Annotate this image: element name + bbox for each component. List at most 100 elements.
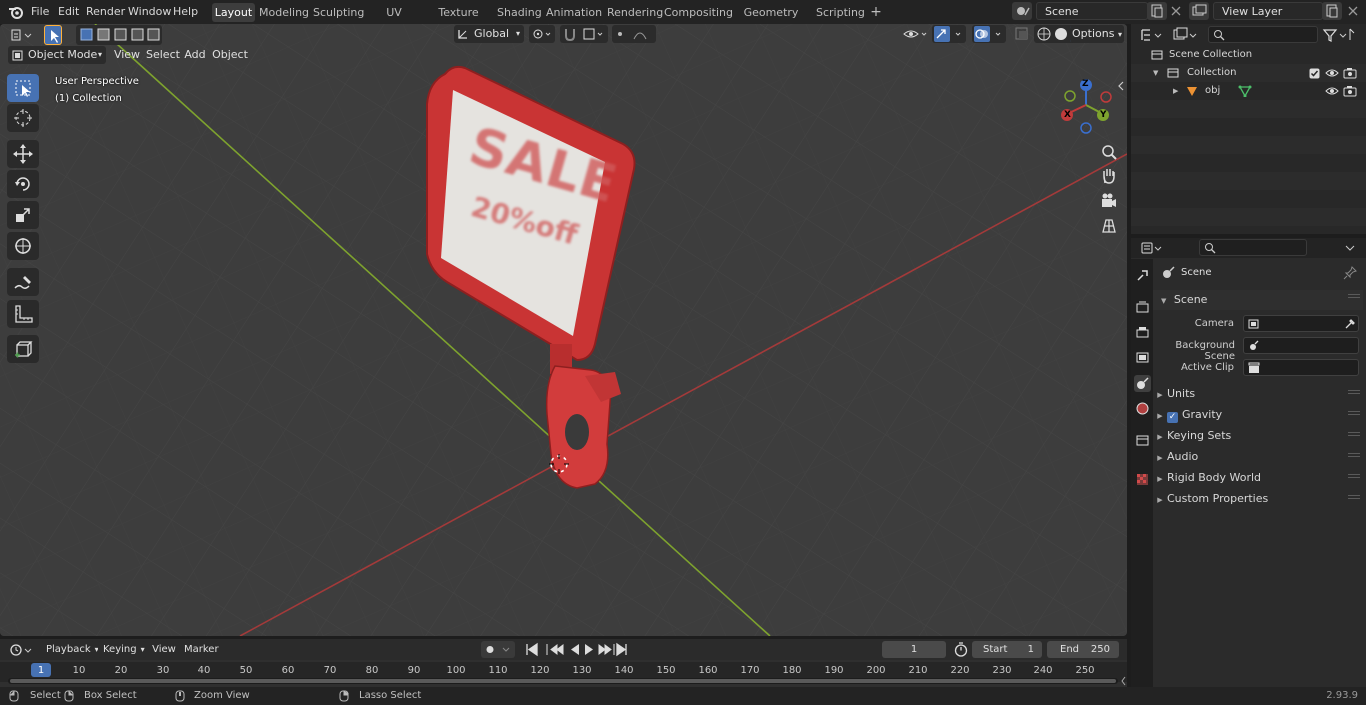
properties-search-input[interactable] bbox=[1199, 239, 1307, 256]
tab-view-layer-icon[interactable] bbox=[1134, 349, 1151, 366]
keying-dropdown[interactable]: Keying ▾ bbox=[98, 641, 146, 658]
checkbox-icon[interactable] bbox=[1309, 68, 1320, 79]
panel-rigid-body-world[interactable]: ▶ Rigid Body World bbox=[1153, 468, 1363, 488]
current-frame-field[interactable]: 1 bbox=[882, 641, 946, 658]
tab-render-icon[interactable] bbox=[1134, 299, 1151, 316]
tab-scripting[interactable]: Scripting bbox=[816, 3, 865, 22]
camera-render-icon[interactable] bbox=[1343, 85, 1357, 97]
panel-drag-handles[interactable] bbox=[1348, 294, 1360, 506]
timeline-scrollbar[interactable] bbox=[10, 679, 1116, 683]
annotate-tool[interactable] bbox=[7, 268, 39, 296]
sale-sign-object[interactable] bbox=[405, 54, 705, 514]
menu-edit[interactable]: Edit bbox=[58, 4, 79, 20]
pivot-point-dropdown[interactable] bbox=[529, 25, 555, 43]
select-tool-mode-button[interactable] bbox=[44, 25, 62, 45]
measure-tool[interactable] bbox=[7, 300, 39, 328]
scale-tool[interactable] bbox=[7, 201, 39, 229]
transform-orientation-dropdown[interactable]: Global ▾ bbox=[454, 25, 524, 43]
menu-help[interactable]: Help bbox=[173, 4, 198, 20]
timeline-menu-marker[interactable]: Marker bbox=[184, 641, 219, 658]
expand-arrow-icon[interactable]: ▶ bbox=[1173, 82, 1178, 100]
outliner-row-obj[interactable]: ▶ obj bbox=[1131, 82, 1366, 100]
tab-sculpting[interactable]: Sculpting bbox=[313, 3, 364, 22]
tab-compositing[interactable]: Compositing bbox=[664, 3, 733, 22]
frame-end-field[interactable]: End 250 bbox=[1047, 641, 1119, 658]
tab-uv-editing[interactable]: UV Editing bbox=[368, 3, 420, 38]
panel-header-scene[interactable]: ▼ Scene bbox=[1153, 290, 1363, 310]
3d-viewport[interactable]: SALE 20%off User Perspective (1) Collect… bbox=[0, 24, 1127, 636]
outliner-row-scene-collection[interactable]: Scene Collection bbox=[1131, 46, 1366, 64]
eye-icon[interactable] bbox=[1325, 67, 1339, 79]
camera-render-icon[interactable] bbox=[1343, 67, 1357, 79]
gravity-checkbox[interactable]: ✓ bbox=[1167, 412, 1178, 423]
active-clip-field[interactable] bbox=[1243, 359, 1359, 376]
tab-shading[interactable]: Shading bbox=[497, 3, 542, 22]
rotate-tool[interactable] bbox=[7, 170, 39, 198]
playback-controls[interactable] bbox=[520, 641, 630, 658]
filter-icon[interactable] bbox=[1321, 26, 1357, 44]
display-mode-button[interactable] bbox=[1171, 26, 1199, 44]
expand-arrow-icon[interactable]: ▼ bbox=[1153, 64, 1158, 82]
tab-collection-icon[interactable] bbox=[1134, 432, 1151, 449]
timeline-editor-type-button[interactable] bbox=[8, 641, 36, 659]
stopwatch-icon[interactable] bbox=[952, 641, 970, 658]
tab-world-icon[interactable] bbox=[1134, 400, 1151, 417]
viewport-menu-select[interactable]: Select bbox=[146, 46, 180, 64]
auto-keying-toggle[interactable] bbox=[481, 641, 515, 658]
mesh-data-icon[interactable] bbox=[1238, 85, 1252, 97]
viewport-menu-add[interactable]: Add bbox=[183, 46, 207, 64]
outliner-editor-type-button[interactable] bbox=[1139, 26, 1167, 44]
tab-scene-icon[interactable] bbox=[1134, 375, 1151, 392]
eye-icon[interactable] bbox=[1325, 85, 1339, 97]
tab-output-icon[interactable] bbox=[1134, 324, 1151, 341]
tab-texture-icon[interactable] bbox=[1134, 471, 1151, 488]
xray-toggle-icon[interactable] bbox=[1013, 25, 1031, 43]
tab-tool-icon[interactable] bbox=[1134, 267, 1151, 284]
snapping-toggle[interactable] bbox=[560, 25, 608, 43]
tab-layout[interactable]: Layout bbox=[212, 3, 255, 22]
add-workspace-button[interactable]: + bbox=[868, 3, 884, 22]
camera-field[interactable] bbox=[1243, 315, 1359, 332]
tab-rendering[interactable]: Rendering bbox=[607, 3, 663, 22]
cursor-tool[interactable] bbox=[7, 104, 39, 132]
add-cube-tool[interactable] bbox=[7, 335, 39, 363]
tab-animation[interactable]: Animation bbox=[546, 3, 602, 22]
view-layer-new-icon[interactable] bbox=[1322, 2, 1342, 20]
overlays-toggle-icon[interactable] bbox=[972, 25, 1006, 43]
visibility-selectability-icon[interactable] bbox=[901, 25, 931, 43]
menu-file[interactable]: File bbox=[31, 4, 49, 20]
scene-name-field[interactable]: Scene bbox=[1036, 2, 1148, 20]
outliner-search-input[interactable] bbox=[1208, 26, 1318, 43]
panel-custom-properties[interactable]: ▶ Custom Properties bbox=[1153, 489, 1363, 509]
properties-editor-type-button[interactable] bbox=[1139, 239, 1167, 257]
tab-geometry-nodes[interactable]: Geometry Nodes bbox=[733, 3, 809, 38]
3d-cursor-icon[interactable] bbox=[548, 453, 570, 475]
playback-dropdown[interactable]: Playback ▾ bbox=[40, 641, 99, 658]
scene-new-icon[interactable] bbox=[1147, 2, 1167, 20]
view-layer-remove-icon[interactable] bbox=[1343, 2, 1363, 20]
options-dropdown[interactable]: Options ▾ bbox=[1070, 25, 1124, 43]
editor-type-button[interactable] bbox=[8, 26, 36, 44]
gizmo-toggle-icon[interactable] bbox=[932, 25, 966, 43]
scene-selector-button[interactable] bbox=[1012, 2, 1032, 20]
view-layer-field[interactable]: View Layer bbox=[1213, 2, 1323, 20]
camera-view-icon[interactable] bbox=[1097, 189, 1121, 213]
scene-remove-icon[interactable] bbox=[1166, 2, 1186, 20]
tab-modeling[interactable]: Modeling bbox=[259, 3, 309, 22]
tab-texture-paint[interactable]: Texture Paint bbox=[427, 3, 490, 38]
timeline-menu-view[interactable]: View bbox=[151, 641, 177, 658]
perspective-toggle-icon[interactable] bbox=[1097, 214, 1121, 238]
pan-view-hand-icon[interactable] bbox=[1097, 164, 1121, 188]
view-layer-selector-button[interactable] bbox=[1189, 2, 1209, 20]
sidebar-toggle-icon[interactable] bbox=[1117, 80, 1125, 92]
frame-start-field[interactable]: Start 1 bbox=[972, 641, 1042, 658]
panel-gravity[interactable]: ▶ ✓ Gravity bbox=[1153, 405, 1363, 425]
selection-mode-buttons[interactable] bbox=[76, 25, 162, 45]
blender-logo-icon[interactable] bbox=[8, 4, 24, 20]
viewport-menu-view[interactable]: View bbox=[113, 46, 141, 64]
move-tool[interactable] bbox=[7, 140, 39, 168]
panel-audio[interactable]: ▶ Audio bbox=[1153, 447, 1363, 467]
outliner-row-collection[interactable]: ▼ Collection bbox=[1131, 64, 1366, 82]
pin-icon[interactable] bbox=[1343, 266, 1357, 280]
object-mode-dropdown[interactable]: Object Mode ▾ bbox=[8, 46, 106, 64]
